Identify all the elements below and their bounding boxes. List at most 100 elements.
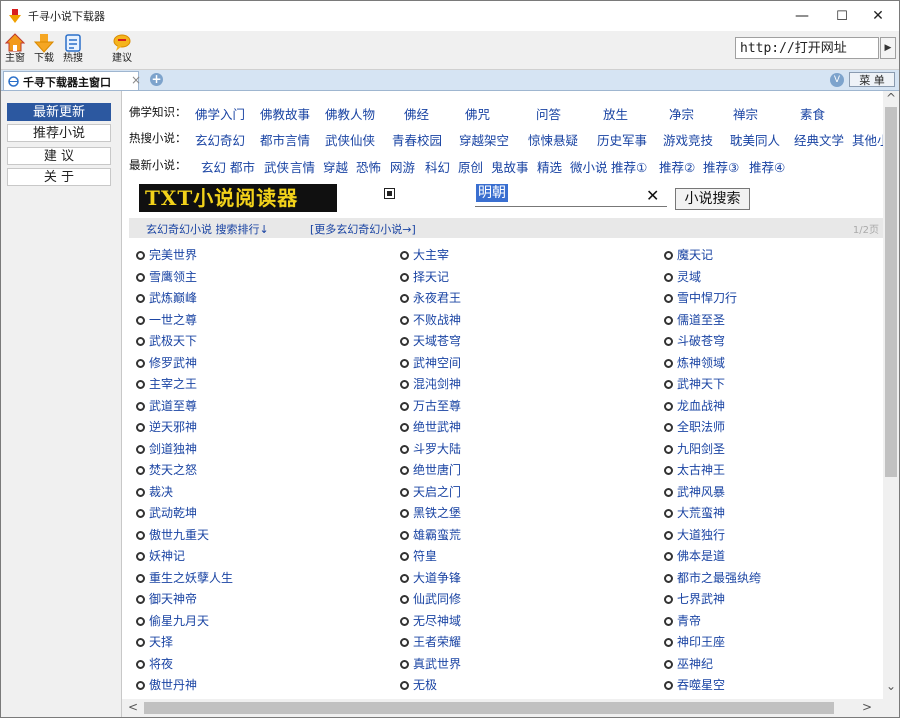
nav-link[interactable]: 游戏竞技 <box>663 130 713 149</box>
novel-link[interactable]: 龙血战神 <box>664 397 725 414</box>
nav-link[interactable]: 武侠仙侠 <box>325 130 375 149</box>
novel-link[interactable]: 傲世丹神 <box>136 676 197 693</box>
novel-link[interactable]: 大道独行 <box>664 526 725 543</box>
novel-link[interactable]: 傲世九重天 <box>136 526 209 543</box>
novel-link[interactable]: 焚天之怒 <box>136 461 197 478</box>
scroll-up-icon[interactable]: ^ <box>886 91 896 105</box>
vertical-scrollbar[interactable]: ^ ⌄ <box>883 91 899 699</box>
novel-link[interactable]: 不败战神 <box>400 311 461 328</box>
section-title-link[interactable]: 玄幻奇幻小说 搜索排行↓ <box>146 221 269 237</box>
nav-link[interactable]: 惊悚悬疑 <box>528 130 578 149</box>
nav-link[interactable]: 其他小 <box>852 130 883 149</box>
nav-link[interactable]: 都市言情 <box>260 130 310 149</box>
horizontal-scrollbar[interactable]: < > <box>122 699 883 717</box>
novel-link[interactable]: 主宰之王 <box>136 375 197 392</box>
novel-link[interactable]: 裁决 <box>136 483 173 500</box>
novel-link[interactable]: 雄霸蛮荒 <box>400 526 461 543</box>
novel-link[interactable]: 逆天邪神 <box>136 418 197 435</box>
nav-link[interactable]: 佛教故事 <box>260 104 310 123</box>
nav-link[interactable]: 言情 <box>290 157 315 176</box>
novel-link[interactable]: 武神空间 <box>400 354 461 371</box>
horizontal-scroll-thumb[interactable] <box>144 702 834 714</box>
novel-link[interactable]: 绝世唐门 <box>400 461 461 478</box>
novel-link[interactable]: 无极 <box>400 676 437 693</box>
suggest-button[interactable]: 建议 <box>109 33 135 64</box>
novel-link[interactable]: 重生之妖孽人生 <box>136 569 233 586</box>
nav-link[interactable]: 鬼故事 <box>491 157 529 176</box>
novel-link[interactable]: 雪中悍刀行 <box>664 289 737 306</box>
novel-link[interactable]: 符皇 <box>400 547 437 564</box>
nav-link[interactable]: 穿越 <box>323 157 348 176</box>
nav-link[interactable]: 禅宗 <box>733 104 758 123</box>
scroll-right-icon[interactable]: > <box>862 700 872 714</box>
sidebar-item-suggest[interactable]: 建 议 <box>7 147 111 165</box>
nav-link[interactable]: 科幻 <box>425 157 450 176</box>
novel-link[interactable]: 大道争锋 <box>400 569 461 586</box>
nav-link[interactable]: 穿越架空 <box>459 130 509 149</box>
novel-link[interactable]: 大荒蛮神 <box>664 504 725 521</box>
go-arrow-button[interactable]: ▶ <box>880 37 896 59</box>
novel-link[interactable]: 御天神帝 <box>136 590 197 607</box>
download-button[interactable]: 下载 <box>31 33 57 64</box>
vertical-scroll-thumb[interactable] <box>885 107 897 477</box>
novel-link[interactable]: 都市之最强纨绔 <box>664 569 761 586</box>
novel-link[interactable]: 偷星九月天 <box>136 612 209 629</box>
novel-link[interactable]: 天域苍穹 <box>400 332 461 349</box>
novel-link[interactable]: 雪鹰领主 <box>136 268 197 285</box>
nav-link[interactable]: 微小说 <box>570 157 608 176</box>
search-input[interactable]: 明朝 ✕ <box>475 184 667 207</box>
novel-link[interactable]: 武神天下 <box>664 375 725 392</box>
novel-link[interactable]: 一世之尊 <box>136 311 197 328</box>
hot-search-button[interactable]: 热搜 <box>60 33 86 64</box>
novel-link[interactable]: 儒道至圣 <box>664 311 725 328</box>
novel-link[interactable]: 天启之门 <box>400 483 461 500</box>
tab-main-window[interactable]: 千寻下载器主窗口 <box>3 71 139 90</box>
nav-link[interactable]: 恐怖 <box>356 157 381 176</box>
nav-link[interactable]: 都市 <box>230 157 255 176</box>
nav-link[interactable]: 网游 <box>390 157 415 176</box>
novel-link[interactable]: 绝世武神 <box>400 418 461 435</box>
nav-link[interactable]: 佛咒 <box>465 104 490 123</box>
novel-link[interactable]: 斗破苍穹 <box>664 332 725 349</box>
novel-link[interactable]: 择天记 <box>400 268 449 285</box>
nav-link[interactable]: 推荐③ <box>703 157 739 176</box>
novel-link[interactable]: 七界武神 <box>664 590 725 607</box>
new-tab-button[interactable]: + <box>150 73 163 86</box>
nav-link[interactable]: 推荐② <box>659 157 695 176</box>
novel-link[interactable]: 永夜君王 <box>400 289 461 306</box>
nav-link[interactable]: 推荐④ <box>749 157 785 176</box>
nav-link[interactable]: 原创 <box>458 157 483 176</box>
novel-link[interactable]: 佛本是道 <box>664 547 725 564</box>
menu-button[interactable]: 菜 单 <box>849 72 895 87</box>
nav-link[interactable]: 问答 <box>536 104 561 123</box>
novel-link[interactable]: 万古至尊 <box>400 397 461 414</box>
close-button[interactable]: ✕ <box>855 1 900 31</box>
novel-link[interactable]: 修罗武神 <box>136 354 197 371</box>
novel-search-button[interactable]: 小说搜索 <box>675 188 750 210</box>
txt-reader-banner[interactable]: TXT小说阅读器 <box>139 184 337 212</box>
novel-link[interactable]: 无尽神域 <box>400 612 461 629</box>
sidebar-item-latest[interactable]: 最新更新 <box>7 103 111 121</box>
sidebar-item-about[interactable]: 关 于 <box>7 168 111 186</box>
novel-link[interactable]: 大主宰 <box>400 246 449 263</box>
novel-link[interactable]: 太古神王 <box>664 461 725 478</box>
novel-link[interactable]: 炼神领域 <box>664 354 725 371</box>
nav-link[interactable]: 推荐① <box>611 157 647 176</box>
novel-link[interactable]: 武动乾坤 <box>136 504 197 521</box>
sidebar-item-recommend[interactable]: 推荐小说 <box>7 124 111 142</box>
novel-link[interactable]: 武极天下 <box>136 332 197 349</box>
nav-link[interactable]: 素食 <box>800 104 825 123</box>
novel-link[interactable]: 神印王座 <box>664 633 725 650</box>
clear-search-icon[interactable]: ✕ <box>646 186 659 205</box>
novel-link[interactable]: 灵域 <box>664 268 701 285</box>
more-novels-link[interactable]: [更多玄幻奇幻小说→] <box>310 221 416 237</box>
nav-link[interactable]: 佛教人物 <box>325 104 375 123</box>
novel-link[interactable]: 剑道独神 <box>136 440 197 457</box>
novel-link[interactable]: 武道至尊 <box>136 397 197 414</box>
novel-link[interactable]: 仙武同修 <box>400 590 461 607</box>
novel-link[interactable]: 真武世界 <box>400 655 461 672</box>
nav-link[interactable]: 玄幻奇幻 <box>195 130 245 149</box>
nav-link[interactable]: 历史军事 <box>597 130 647 149</box>
novel-link[interactable]: 斗罗大陆 <box>400 440 461 457</box>
nav-link[interactable]: 经典文学 <box>794 130 844 149</box>
